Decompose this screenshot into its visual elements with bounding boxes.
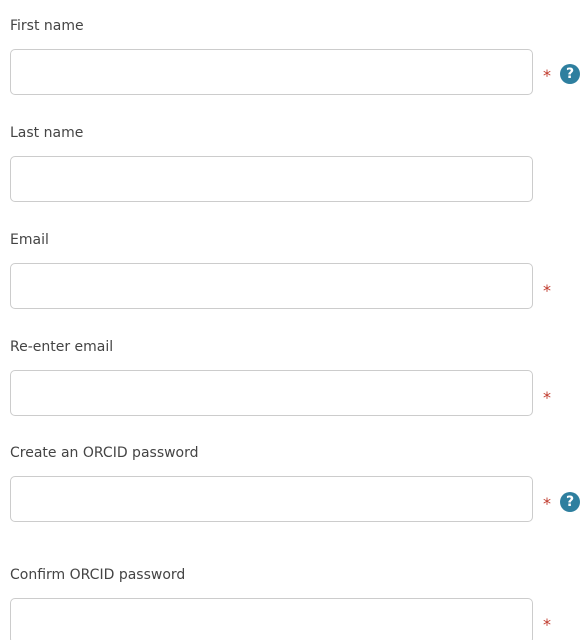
- first-name-required-star: *: [543, 66, 551, 85]
- reenter-email-required-star: *: [543, 388, 551, 407]
- email-input[interactable]: [10, 263, 533, 309]
- first-name-label: First name: [10, 18, 84, 34]
- registration-form: First name * ? Last name Email * Re-ente…: [0, 0, 582, 640]
- email-required-star: *: [543, 281, 551, 300]
- email-label: Email: [10, 232, 49, 248]
- confirm-password-input[interactable]: [10, 598, 533, 640]
- reenter-email-input[interactable]: [10, 370, 533, 416]
- confirm-password-label: Confirm ORCID password: [10, 567, 186, 583]
- last-name-label: Last name: [10, 125, 84, 141]
- first-name-help-icon[interactable]: ?: [560, 64, 580, 84]
- create-password-label: Create an ORCID password: [10, 445, 199, 461]
- confirm-password-required-star: *: [543, 615, 551, 634]
- reenter-email-label: Re-enter email: [10, 339, 114, 355]
- create-password-help-icon[interactable]: ?: [560, 492, 580, 512]
- create-password-input[interactable]: [10, 476, 533, 522]
- create-password-required-star: *: [543, 494, 551, 513]
- last-name-input[interactable]: [10, 156, 533, 202]
- first-name-input[interactable]: [10, 49, 533, 95]
